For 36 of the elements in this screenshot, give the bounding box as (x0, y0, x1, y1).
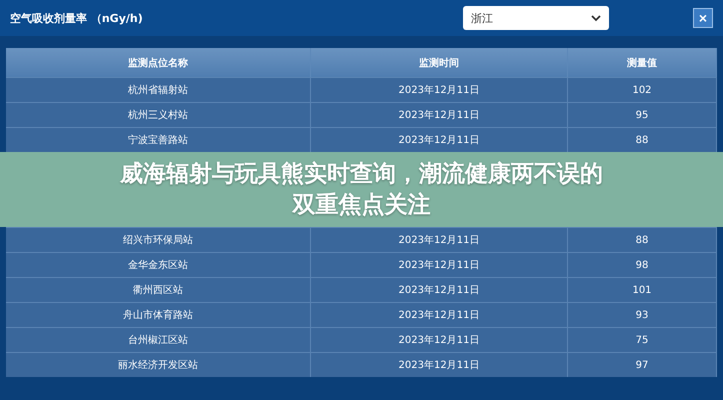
headline-text: 威海辐射与玩具熊实时查询，潮流健康两不误的 (120, 160, 603, 188)
close-button[interactable]: × (693, 8, 713, 28)
table-cell-text: 丽水经济开发区站 (118, 358, 198, 372)
table-cell-text: 2023年12月11日 (398, 109, 480, 122)
window-title: 空气吸收剂量率 （nGy/h) (10, 10, 144, 26)
table-cell-text: 2023年12月11日 (398, 284, 480, 297)
table-cell-text: 2023年12月11日 (398, 359, 480, 372)
table-cell: 98 (636, 260, 648, 270)
table-cell-text: 2023年12月11日 (398, 234, 480, 247)
column-header: 监测点位名称 (6, 48, 311, 77)
region-select[interactable]: 浙江 (463, 6, 609, 30)
table-cell-text: 杭州三义村站 (128, 108, 188, 122)
table-cell-text: 金华金东区站 (128, 258, 188, 272)
table-cell-text: 2023年12月11日 (398, 334, 480, 347)
table-cell: 101 (632, 284, 652, 296)
table-cell: 97 (636, 360, 648, 370)
table-cell-text: 台州椒江区站 (128, 334, 188, 347)
table-cell: 93 (636, 310, 648, 320)
column-header: 监测时间 (311, 48, 568, 77)
table-cell-text: 绍兴市环保局站 (123, 234, 193, 247)
column-header: 测量值 (568, 48, 717, 77)
table-cell: 95 (636, 110, 648, 120)
table-cell-text: 宁波宝善路站 (128, 134, 188, 147)
table-cell: 88 (636, 234, 648, 246)
table-cell: 75 (636, 334, 648, 346)
table-cell-text: 2023年12月11日 (398, 84, 480, 97)
table-cell: 102 (632, 84, 652, 96)
table-cell-text: 2023年12月11日 (398, 134, 480, 147)
table-cell-text: 2023年12月11日 (398, 309, 480, 322)
table-cell-text: 舟山市体育路站 (123, 308, 193, 322)
table-cell-text: 杭州省辐射站 (128, 84, 188, 97)
table-cell-text: 2023年12月11日 (398, 259, 480, 272)
table-cell-text: 衢州西区站 (133, 284, 183, 297)
chevron-down-icon (591, 14, 601, 22)
headline-text: 双重焦点关注 (292, 190, 430, 220)
table-cell: 88 (636, 134, 648, 146)
